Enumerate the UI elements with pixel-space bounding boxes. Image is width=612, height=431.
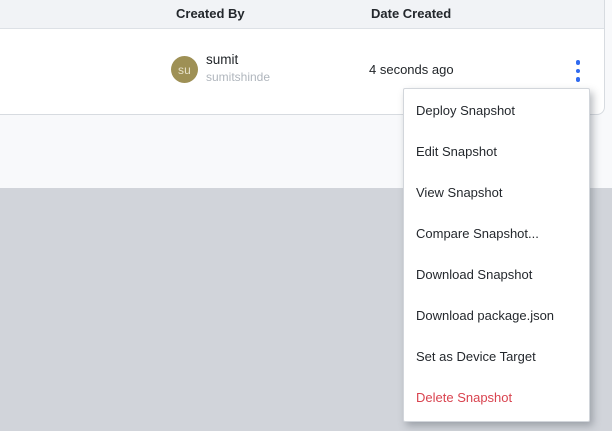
- menu-item-compare-snapshot[interactable]: Compare Snapshot...: [404, 213, 589, 254]
- menu-item-deploy-snapshot[interactable]: Deploy Snapshot: [404, 90, 589, 131]
- kebab-menu-icon: [575, 60, 581, 82]
- menu-item-edit-snapshot[interactable]: Edit Snapshot: [404, 131, 589, 172]
- menu-item-view-snapshot[interactable]: View Snapshot: [404, 172, 589, 213]
- row-actions-button[interactable]: [567, 55, 589, 87]
- user-name: sumit: [206, 52, 239, 67]
- avatar-initials: su: [177, 62, 192, 77]
- menu-item-download-package-json[interactable]: Download package.json: [404, 295, 589, 336]
- column-header-date-created: Date Created: [371, 6, 452, 21]
- created-by-cell: sumit sumitshinde: [206, 53, 270, 83]
- table-header-row: Created By Date Created: [0, 0, 604, 29]
- user-username: sumitshinde: [206, 69, 271, 84]
- avatar: su: [171, 56, 198, 83]
- menu-item-download-snapshot[interactable]: Download Snapshot: [404, 254, 589, 295]
- page: Created By Date Created su sumit sumitsh…: [0, 0, 612, 431]
- menu-item-delete-snapshot[interactable]: Delete Snapshot: [404, 377, 589, 418]
- menu-item-set-as-device-target[interactable]: Set as Device Target: [404, 336, 589, 377]
- column-header-created-by: Created By: [176, 6, 245, 21]
- context-menu: Deploy Snapshot Edit Snapshot View Snaps…: [403, 88, 590, 422]
- date-created-cell: 4 seconds ago: [369, 62, 454, 77]
